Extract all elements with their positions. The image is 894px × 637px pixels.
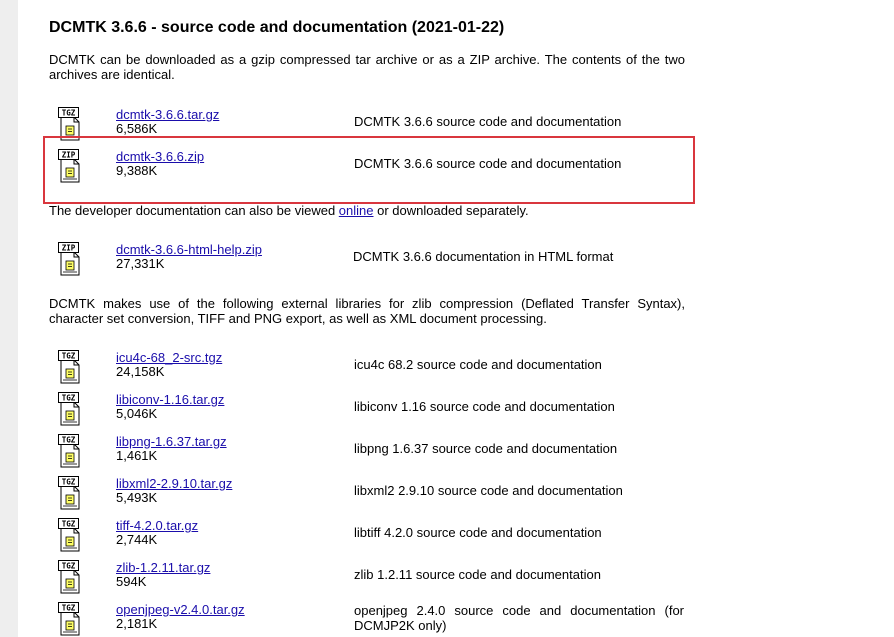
- file-row: ZIP dcmtk-3.6.6-html-help.zip 27,331K DC…: [49, 242, 689, 284]
- file-row: ZIP dcmtk-3.6.6.zip 9,388K DCMTK 3.6.6 s…: [49, 149, 689, 191]
- page: DCMTK 3.6.6 - source code and documentat…: [18, 0, 894, 637]
- devdoc-text-before: The developer documentation can also be …: [49, 203, 339, 218]
- download-link[interactable]: dcmtk-3.6.6.tar.gz: [116, 107, 219, 122]
- download-link[interactable]: dcmtk-3.6.6.zip: [116, 149, 204, 164]
- tgz-file-icon[interactable]: TGZ: [58, 392, 82, 426]
- file-description: libxml2 2.9.10 source code and documenta…: [354, 483, 623, 498]
- file-size: 594K: [116, 574, 147, 589]
- online-docs-link[interactable]: online: [339, 203, 374, 218]
- svg-text:TGZ: TGZ: [62, 562, 76, 571]
- svg-text:TGZ: TGZ: [62, 478, 76, 487]
- download-link[interactable]: icu4c-68_2-src.tgz: [116, 350, 222, 365]
- zip-file-icon[interactable]: ZIP: [58, 149, 82, 183]
- download-link[interactable]: tiff-4.2.0.tar.gz: [116, 518, 198, 533]
- file-row: TGZ libpng-1.6.37.tar.gz 1,461K libpng 1…: [49, 434, 689, 476]
- download-link[interactable]: openjpeg-v2.4.0.tar.gz: [116, 602, 245, 617]
- file-row: TGZ icu4c-68_2-src.tgz 24,158K icu4c 68.…: [49, 350, 689, 392]
- file-description: DCMTK 3.6.6 documentation in HTML format: [353, 249, 614, 264]
- file-row: TGZ libxml2-2.9.10.tar.gz 5,493K libxml2…: [49, 476, 689, 518]
- file-size: 5,493K: [116, 490, 158, 505]
- download-link[interactable]: libiconv-1.16.tar.gz: [116, 392, 224, 407]
- file-row: TGZ libiconv-1.16.tar.gz 5,046K libiconv…: [49, 392, 689, 434]
- tgz-file-icon[interactable]: TGZ: [58, 602, 82, 636]
- file-description: libtiff 4.2.0 source code and documentat…: [354, 525, 602, 540]
- file-row: TGZ zlib-1.2.11.tar.gz 594K zlib 1.2.11 …: [49, 560, 689, 602]
- tgz-file-icon[interactable]: TGZ: [58, 560, 82, 594]
- file-description: icu4c 68.2 source code and documentation: [354, 357, 602, 372]
- file-row: TGZ tiff-4.2.0.tar.gz 2,744K libtiff 4.2…: [49, 518, 689, 560]
- tgz-file-icon[interactable]: TGZ: [58, 518, 82, 552]
- download-link[interactable]: libxml2-2.9.10.tar.gz: [116, 476, 232, 491]
- file-description: libiconv 1.16 source code and documentat…: [354, 399, 615, 414]
- file-size: 2,181K: [116, 616, 158, 631]
- file-size: 1,461K: [116, 448, 158, 463]
- devdoc-text: The developer documentation can also be …: [49, 203, 685, 218]
- file-description: openjpeg 2.4.0 source code and documenta…: [354, 603, 684, 633]
- libs-intro-text: DCMTK makes use of the following externa…: [49, 296, 685, 326]
- devdoc-text-after: or downloaded separately.: [373, 203, 529, 218]
- svg-text:TGZ: TGZ: [62, 352, 76, 361]
- svg-text:TGZ: TGZ: [62, 109, 76, 118]
- file-size: 9,388K: [116, 163, 158, 178]
- tgz-file-icon[interactable]: TGZ: [58, 434, 82, 468]
- zip-file-icon[interactable]: ZIP: [58, 242, 82, 276]
- intro-text: DCMTK can be downloaded as a gzip compre…: [49, 52, 685, 82]
- svg-text:TGZ: TGZ: [62, 394, 76, 403]
- svg-text:ZIP: ZIP: [62, 244, 76, 253]
- download-link[interactable]: dcmtk-3.6.6-html-help.zip: [116, 242, 262, 257]
- tgz-file-icon[interactable]: TGZ: [58, 107, 82, 141]
- file-description: libpng 1.6.37 source code and documentat…: [354, 441, 618, 456]
- svg-text:ZIP: ZIP: [62, 151, 76, 160]
- file-size: 24,158K: [116, 364, 165, 379]
- file-description: DCMTK 3.6.6 source code and documentatio…: [354, 156, 622, 171]
- download-link[interactable]: libpng-1.6.37.tar.gz: [116, 434, 227, 449]
- download-link[interactable]: zlib-1.2.11.tar.gz: [116, 560, 210, 575]
- file-size: 27,331K: [116, 256, 165, 271]
- svg-text:TGZ: TGZ: [62, 604, 76, 613]
- svg-text:TGZ: TGZ: [62, 436, 76, 445]
- file-row: TGZ dcmtk-3.6.6.tar.gz 6,586K DCMTK 3.6.…: [49, 107, 689, 149]
- file-size: 5,046K: [116, 406, 158, 421]
- tgz-file-icon[interactable]: TGZ: [58, 350, 82, 384]
- tgz-file-icon[interactable]: TGZ: [58, 476, 82, 510]
- file-size: 6,586K: [116, 121, 158, 136]
- file-description: zlib 1.2.11 source code and documentatio…: [354, 567, 601, 582]
- file-description: DCMTK 3.6.6 source code and documentatio…: [354, 114, 622, 129]
- page-title: DCMTK 3.6.6 - source code and documentat…: [49, 19, 505, 36]
- file-row: TGZ openjpeg-v2.4.0.tar.gz 2,181K openjp…: [49, 602, 689, 637]
- svg-text:TGZ: TGZ: [62, 520, 76, 529]
- file-size: 2,744K: [116, 532, 158, 547]
